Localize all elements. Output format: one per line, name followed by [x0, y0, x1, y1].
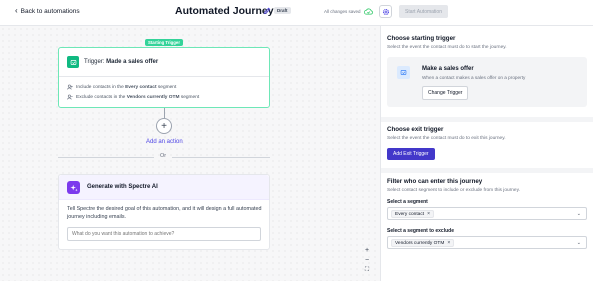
trigger-title: Make a sales offer [422, 66, 474, 72]
spectre-description: Tell Spectre the desired goal of this au… [67, 206, 262, 220]
include-segment-line: Include contacts in the Every contact se… [67, 84, 176, 90]
segment-label: Select a segment [387, 199, 428, 205]
settings-button[interactable] [379, 5, 392, 18]
users-minus-icon [67, 94, 73, 100]
trigger-name: Made a sales offer [106, 59, 159, 65]
spectre-goal-input[interactable] [67, 227, 261, 241]
starting-trigger-badge: Starting Trigger [145, 39, 183, 46]
filter-title: Filter who can enter this journey [387, 178, 483, 185]
add-exit-trigger-button[interactable]: Add Exit Trigger [387, 148, 435, 160]
close-icon[interactable]: × [447, 240, 450, 246]
divider [59, 76, 269, 77]
add-action-link[interactable]: Add an action [146, 139, 183, 145]
segment-chip-label: Every contact [395, 211, 425, 217]
filter-subtitle: Select contact segment to include or exc… [387, 188, 520, 193]
divider [58, 157, 154, 158]
divider [381, 117, 593, 122]
save-status: All changes saved [324, 8, 373, 15]
exclude-segment-label: Select a segment to exclude [387, 228, 454, 234]
top-bar: ‹ Back to automations Automated Journey … [0, 0, 593, 26]
settings-panel: Choose starting trigger Select the event… [380, 26, 593, 281]
exit-trigger-subtitle: Select the event the contact must do to … [387, 136, 506, 141]
sales-offer-icon [397, 66, 410, 79]
close-icon[interactable]: × [427, 211, 430, 217]
spectre-ai-card: Generate with Spectre AI Tell Spectre th… [58, 174, 270, 250]
segment-chip: Every contact × [391, 210, 434, 218]
pencil-icon[interactable] [263, 7, 271, 15]
start-automation-button[interactable]: Start Automation [399, 5, 448, 18]
spectre-header: Generate with Spectre AI [59, 175, 269, 200]
spectre-title: Generate with Spectre AI [87, 184, 158, 190]
users-plus-icon [67, 84, 73, 90]
page-title: Automated Journey [175, 5, 274, 17]
plus-icon: + [161, 120, 167, 132]
change-trigger-button[interactable]: Change Trigger [422, 86, 469, 100]
exclude-segment-chip: Vendors currently OTM × [391, 239, 455, 247]
segment-select[interactable]: Every contact × ⌄ [387, 207, 587, 220]
back-label: Back to automations [20, 7, 80, 15]
trigger-header: Trigger: Made a sales offer [67, 56, 158, 68]
exclude-segment-line: Exclude contacts in the Vendors currentl… [67, 94, 199, 100]
chevron-down-icon: ⌄ [576, 240, 581, 246]
trigger-description: When a contact makes a sales offer on a … [422, 75, 526, 80]
connector-line [164, 108, 165, 118]
fit-view-button[interactable]: ⛶ [362, 267, 372, 274]
sparkles-icon [67, 181, 80, 194]
cloud-check-icon [363, 8, 373, 15]
add-action-button[interactable]: + [156, 118, 172, 134]
start-trigger-title: Choose starting trigger [387, 35, 456, 42]
status-badge: Draft [274, 7, 291, 14]
include-segment: Every contact [125, 84, 157, 90]
exclude-segment-select[interactable]: Vendors currently OTM × ⌄ [387, 236, 587, 249]
divider [172, 157, 270, 158]
zoom-in-button[interactable]: + [362, 247, 372, 254]
sales-offer-icon [67, 56, 79, 68]
exclude-chip-label: Vendors currently OTM [395, 240, 445, 246]
gear-icon [382, 8, 389, 15]
exclude-suffix: segment [180, 94, 200, 100]
save-status-text: All changes saved [324, 9, 361, 14]
divider [381, 168, 593, 173]
trigger-prefix: Trigger: [84, 59, 105, 65]
chevron-down-icon: ⌄ [576, 211, 581, 217]
include-suffix: segment [157, 84, 177, 90]
start-trigger-subtitle: Select the event the contact must do to … [387, 45, 507, 50]
include-prefix: Include contacts in the [76, 84, 124, 90]
selected-trigger-box: Make a sales offer When a contact makes … [387, 57, 587, 107]
exclude-prefix: Exclude contacts in the [76, 94, 126, 100]
exit-trigger-title: Choose exit trigger [387, 126, 444, 133]
chevron-left-icon: ‹ [15, 6, 18, 15]
back-to-automations-link[interactable]: ‹ Back to automations [15, 7, 80, 15]
or-separator: Or [160, 153, 167, 159]
exclude-segment: Vendors currently OTM [126, 94, 180, 100]
zoom-out-button[interactable]: − [362, 257, 372, 264]
trigger-card[interactable]: Trigger: Made a sales offer Include cont… [58, 47, 270, 108]
